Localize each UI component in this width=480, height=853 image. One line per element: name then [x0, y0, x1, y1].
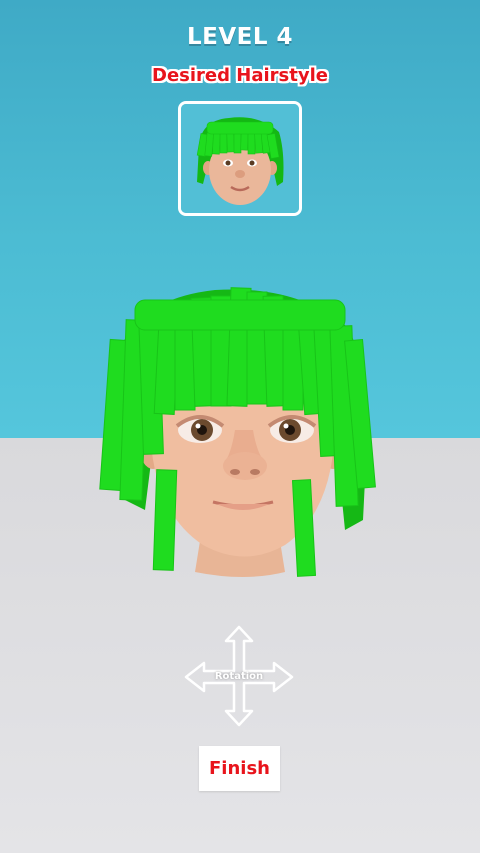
- desired-hairstyle-label: Desired Hairstyle: [152, 65, 328, 86]
- level-title: LEVEL 4: [186, 24, 294, 50]
- rotation-control[interactable]: Rotation: [182, 625, 296, 731]
- target-character-image: [181, 104, 299, 213]
- character-head-model[interactable]: [95, 280, 385, 580]
- rotation-label: Rotation: [214, 671, 264, 682]
- finish-button[interactable]: Finish: [199, 746, 280, 791]
- desired-hairstyle-preview: [178, 101, 302, 216]
